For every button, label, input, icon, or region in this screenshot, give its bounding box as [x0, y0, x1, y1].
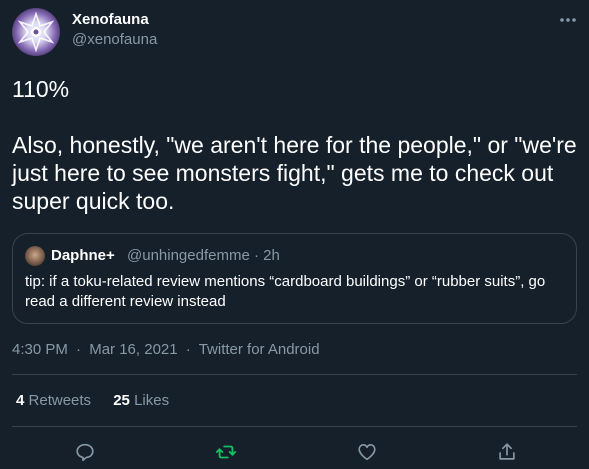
reply-icon — [76, 443, 94, 462]
meta-separator: · — [76, 341, 82, 358]
tweet-stats: 4 Retweets 25 Likes — [16, 392, 169, 409]
likes-stat[interactable]: 25 Likes — [113, 392, 169, 409]
meta-separator: · — [185, 341, 191, 358]
quoted-tweet[interactable]: Daphne+ @unhingedfemme · 2h tip: if a to… — [12, 233, 577, 324]
likes-count: 25 — [113, 392, 130, 409]
tweet-text: 110% Also, honestly, "we aren't here for… — [12, 75, 577, 215]
share-icon — [499, 443, 515, 460]
author-handle[interactable]: @xenofauna — [72, 31, 157, 48]
more-icon[interactable] — [558, 13, 578, 27]
retweet-icon — [215, 445, 237, 459]
share-button[interactable] — [494, 439, 520, 465]
tweet-time[interactable]: 4:30 PM — [12, 341, 68, 358]
likes-label: Likes — [134, 392, 170, 409]
tweet-line-1: 110% — [12, 76, 70, 102]
quoted-display-name: Daphne+ — [51, 247, 115, 264]
retweets-label: Retweets — [28, 392, 92, 409]
author-display-name[interactable]: Xenofauna — [72, 11, 149, 28]
divider — [12, 374, 577, 375]
tweet-meta: 4:30 PM · Mar 16, 2021 · Twitter for And… — [12, 341, 320, 358]
retweets-stat[interactable]: 4 Retweets — [16, 392, 95, 409]
tweet: Xenofauna @xenofauna 110% Also, honestly… — [0, 0, 589, 469]
quoted-text: tip: if a toku-related review mentions “… — [25, 273, 546, 310]
like-icon — [358, 444, 376, 461]
quoted-handle: @unhingedfemme · 2h — [127, 247, 280, 264]
reply-button[interactable] — [72, 439, 98, 465]
quoted-avatar — [25, 246, 45, 266]
tweet-line-2: Also, honestly, "we aren't here for the … — [12, 132, 577, 214]
divider — [12, 426, 577, 427]
avatar-emblem-icon — [17, 11, 55, 53]
retweets-count: 4 — [16, 392, 25, 409]
author-avatar[interactable] — [12, 8, 60, 56]
tweet-source[interactable]: Twitter for Android — [199, 341, 320, 358]
like-button[interactable] — [354, 439, 380, 465]
retweet-button[interactable] — [213, 439, 239, 465]
tweet-date[interactable]: Mar 16, 2021 — [89, 341, 177, 358]
